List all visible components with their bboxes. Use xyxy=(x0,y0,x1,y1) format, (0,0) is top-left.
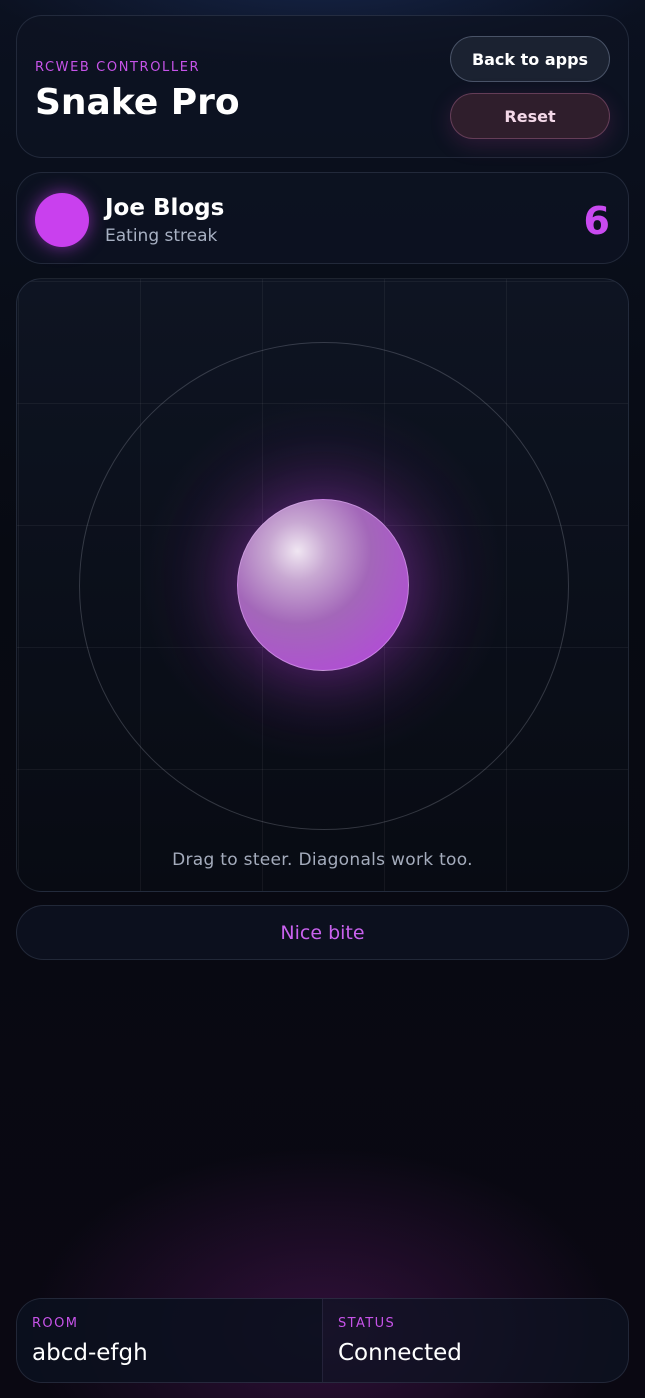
room-label: ROOM xyxy=(32,1316,79,1331)
joystick-pad[interactable]: Drag to steer. Diagonals work too. xyxy=(16,278,629,892)
connection-footer: ROOM abcd-efgh STATUS Connected xyxy=(16,1298,629,1383)
player-score: 6 xyxy=(583,199,610,243)
header-card: RCWEB CONTROLLER Snake Pro Back to apps … xyxy=(16,15,629,158)
player-card: Joe Blogs Eating streak 6 xyxy=(16,172,629,264)
status-cell: STATUS Connected xyxy=(322,1299,628,1382)
joystick-knob[interactable] xyxy=(237,499,409,671)
status-message: Nice bite xyxy=(16,905,629,960)
joystick-hint: Drag to steer. Diagonals work too. xyxy=(172,850,473,870)
status-label: STATUS xyxy=(338,1316,396,1331)
room-cell: ROOM abcd-efgh xyxy=(17,1299,322,1382)
page-title: Snake Pro xyxy=(35,82,240,123)
room-value: abcd-efgh xyxy=(32,1340,148,1366)
back-to-apps-button[interactable]: Back to apps xyxy=(450,36,610,82)
player-subtitle: Eating streak xyxy=(105,226,218,246)
status-value: Connected xyxy=(338,1340,462,1366)
app-eyebrow: RCWEB CONTROLLER xyxy=(35,60,201,75)
player-color-avatar xyxy=(35,193,89,247)
reset-button[interactable]: Reset xyxy=(450,93,610,139)
player-name: Joe Blogs xyxy=(105,195,225,221)
